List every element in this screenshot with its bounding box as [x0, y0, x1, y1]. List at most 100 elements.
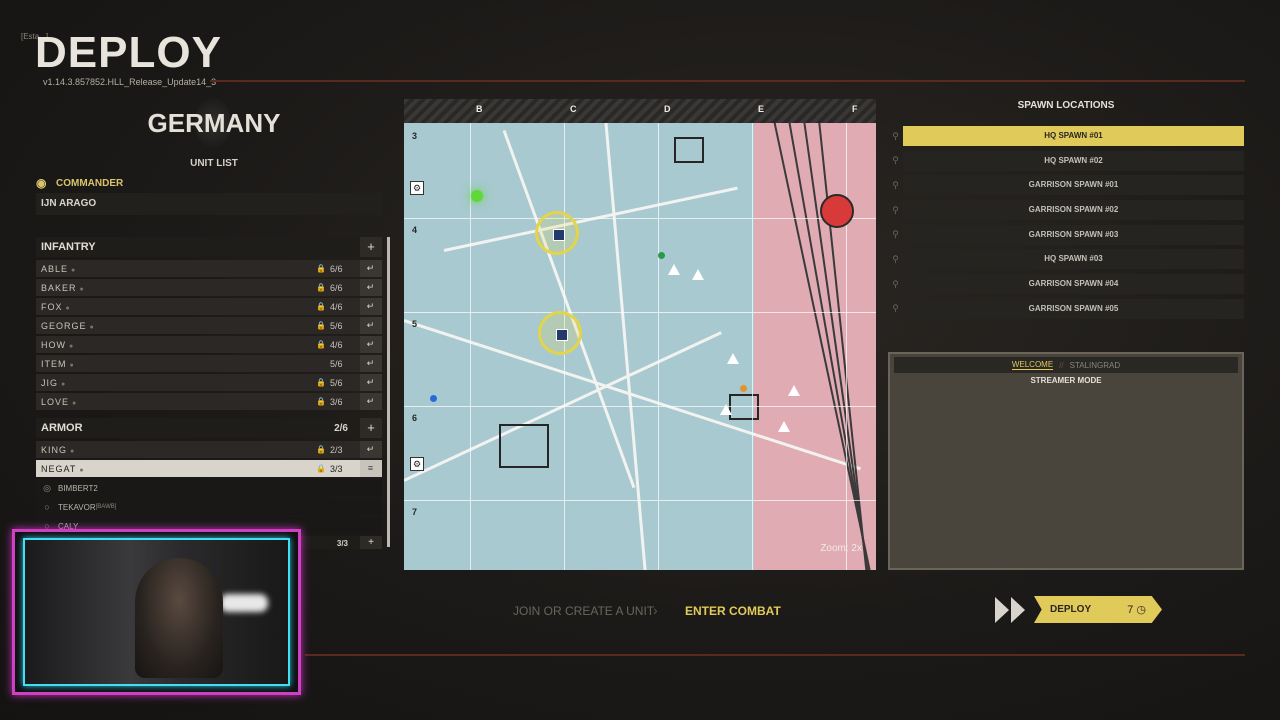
commander-header: ◉ COMMANDER [36, 175, 123, 191]
join-squad-button[interactable]: ↵ [360, 260, 382, 277]
squad-row-fox[interactable]: FOX ● 🔒 4/6 ↵ [36, 298, 382, 315]
deploy-chevrons-icon [995, 597, 1027, 623]
deploy-button[interactable]: DEPLOY 7 ◷ [1034, 596, 1162, 623]
join-squad-button[interactable]: ↵ [360, 355, 382, 372]
squad-name: HOW [41, 339, 66, 350]
armor-header: ARMOR 2/6 + [36, 418, 382, 438]
squad-count: 3/6 [330, 396, 343, 407]
spawn-option[interactable]: ⚲ GARRISON SPAWN #03 [888, 224, 1244, 245]
mic-icon: ● [69, 361, 75, 369]
tab-welcome[interactable]: WELCOME [1011, 360, 1054, 370]
pin-icon[interactable]: ⚲ [888, 229, 903, 240]
tab-stalingrad[interactable]: STALINGRAD [1070, 361, 1121, 370]
spawn-button[interactable]: HQ SPAWN #01 [903, 126, 1244, 146]
mic-icon: ● [71, 266, 77, 274]
row-label: 5 [412, 319, 418, 329]
pin-icon[interactable]: ⚲ [888, 254, 903, 265]
mic-icon: ● [72, 399, 78, 407]
squad-row-jig[interactable]: JIG ● 🔒 5/6 ↵ [36, 374, 382, 391]
spawn-button[interactable]: GARRISON SPAWN #05 [903, 298, 1244, 319]
squad-name: JIG [41, 377, 59, 388]
enemy-strongpoint-icon [820, 194, 854, 228]
join-squad-button[interactable]: ↵ [360, 317, 382, 334]
tank-commander-icon: ◎ [43, 482, 51, 493]
timer-icon: ◷ [1136, 604, 1146, 616]
squad-row-king[interactable]: KING ● 🔒 2/3 ↵ [36, 441, 382, 458]
mic-icon: ● [65, 304, 71, 312]
unit-list-title: UNIT LIST [190, 158, 238, 169]
join-squad-button[interactable]: ↵ [360, 279, 382, 296]
spawn-button[interactable]: HQ SPAWN #03 [903, 249, 1244, 270]
pin-icon[interactable]: ⚲ [888, 155, 903, 166]
column-label: C [570, 104, 577, 114]
spawn-button[interactable]: GARRISON SPAWN #02 [903, 200, 1244, 221]
spawn-button[interactable]: HQ SPAWN #02 [903, 150, 1244, 171]
squad-member[interactable]: ◎ BIMBERT2 [36, 479, 382, 497]
join-squad-button[interactable]: ↵ [360, 441, 382, 458]
garrison-icon[interactable] [668, 264, 680, 275]
squad-row-baker[interactable]: BAKER ● 🔒 6/6 ↵ [36, 279, 382, 296]
squad-member[interactable]: ○ TEKAVOR [BAWB] [36, 498, 382, 516]
garrison-icon[interactable] [727, 353, 739, 364]
version-label: v1.14.3.857852.HLL_Release_Update14_3 [43, 77, 217, 87]
join-squad-button[interactable]: ↵ [360, 374, 382, 391]
add-squad-button[interactable]: + [360, 536, 382, 549]
hq-spawn-marker[interactable] [535, 211, 579, 255]
leave-squad-button[interactable]: ≡ [360, 460, 382, 477]
spawn-button[interactable]: GARRISON SPAWN #03 [903, 224, 1244, 245]
column-label: D [664, 104, 671, 114]
pin-icon[interactable]: ⚲ [888, 131, 903, 142]
squad-count: 5/6 [330, 377, 343, 388]
pin-icon[interactable]: ⚲ [888, 180, 903, 191]
mic-icon: ● [79, 285, 85, 293]
hq-spawn-marker[interactable] [538, 311, 582, 355]
row-label: 3 [412, 131, 418, 141]
footer-divider [305, 654, 1245, 656]
squad-count: 5/6 [330, 320, 343, 331]
commander-slot[interactable]: IJN ARAGO [36, 193, 382, 215]
garrison-icon[interactable] [692, 269, 704, 280]
garrison-icon[interactable] [778, 421, 790, 432]
lock-icon: 🔒 [316, 445, 327, 454]
pin-icon[interactable]: ⚲ [888, 279, 903, 290]
armor-count: 2/6 [334, 422, 348, 434]
row-label: 7 [412, 507, 418, 517]
squad-row-love[interactable]: LOVE ● 🔒 3/6 ↵ [36, 393, 382, 410]
garrison-icon[interactable] [720, 404, 732, 415]
spawn-button[interactable]: GARRISON SPAWN #04 [903, 274, 1244, 295]
webcam-feed [23, 538, 290, 686]
spawn-option[interactable]: ⚲ HQ SPAWN #03 [888, 249, 1244, 270]
row-label: 4 [412, 225, 418, 235]
commander-icon: ◉ [36, 176, 47, 190]
squad-row-george[interactable]: GEORGE ● 🔒 5/6 ↵ [36, 317, 382, 334]
map-building [729, 394, 759, 420]
step-enter-combat: ENTER COMBAT [685, 604, 781, 618]
squad-row-item[interactable]: ITEM ● 5/6 ↵ [36, 355, 382, 372]
faction-name: GERMANY [147, 108, 281, 138]
join-squad-button[interactable]: ↵ [360, 298, 382, 315]
step-join-unit: JOIN OR CREATE A UNIT [513, 604, 655, 618]
chat-message: STREAMER MODE [1030, 376, 1102, 385]
squad-row-negat[interactable]: NEGAT ● 🔒 3/3 ≡ [36, 460, 382, 477]
garrison-icon[interactable] [788, 385, 800, 396]
spawn-option[interactable]: ⚲ HQ SPAWN #02 [888, 150, 1244, 171]
add-infantry-squad-button[interactable]: + [360, 237, 382, 257]
join-squad-button[interactable]: ↵ [360, 336, 382, 353]
armor-label: ARMOR [41, 422, 83, 434]
squad-row-how[interactable]: HOW ● 🔒 4/6 ↵ [36, 336, 382, 353]
squad-row-able[interactable]: ABLE ● 🔒 6/6 ↵ [36, 260, 382, 277]
spawn-option[interactable]: ⚲ GARRISON SPAWN #01 [888, 175, 1244, 196]
pin-icon[interactable]: ⚲ [888, 205, 903, 216]
join-squad-button[interactable]: ↵ [360, 393, 382, 410]
infantry-header: INFANTRY + [36, 237, 382, 257]
spawn-option[interactable]: ⚲ HQ SPAWN #01 [888, 126, 1244, 146]
spawn-option[interactable]: ⚲ GARRISON SPAWN #02 [888, 200, 1244, 221]
spawn-option[interactable]: ⚲ GARRISON SPAWN #04 [888, 274, 1244, 295]
spawn-option[interactable]: ⚲ GARRISON SPAWN #05 [888, 298, 1244, 319]
tactical-map[interactable]: B C D E F 3 4 5 6 7 ⚙ ⚙ Zoom: 2x [404, 99, 876, 570]
add-armor-squad-button[interactable]: + [360, 418, 382, 438]
squad-name: LOVE [41, 396, 70, 407]
unit-list-scrollbar[interactable] [387, 237, 390, 547]
pin-icon[interactable]: ⚲ [888, 303, 903, 314]
spawn-button[interactable]: GARRISON SPAWN #01 [903, 175, 1244, 196]
